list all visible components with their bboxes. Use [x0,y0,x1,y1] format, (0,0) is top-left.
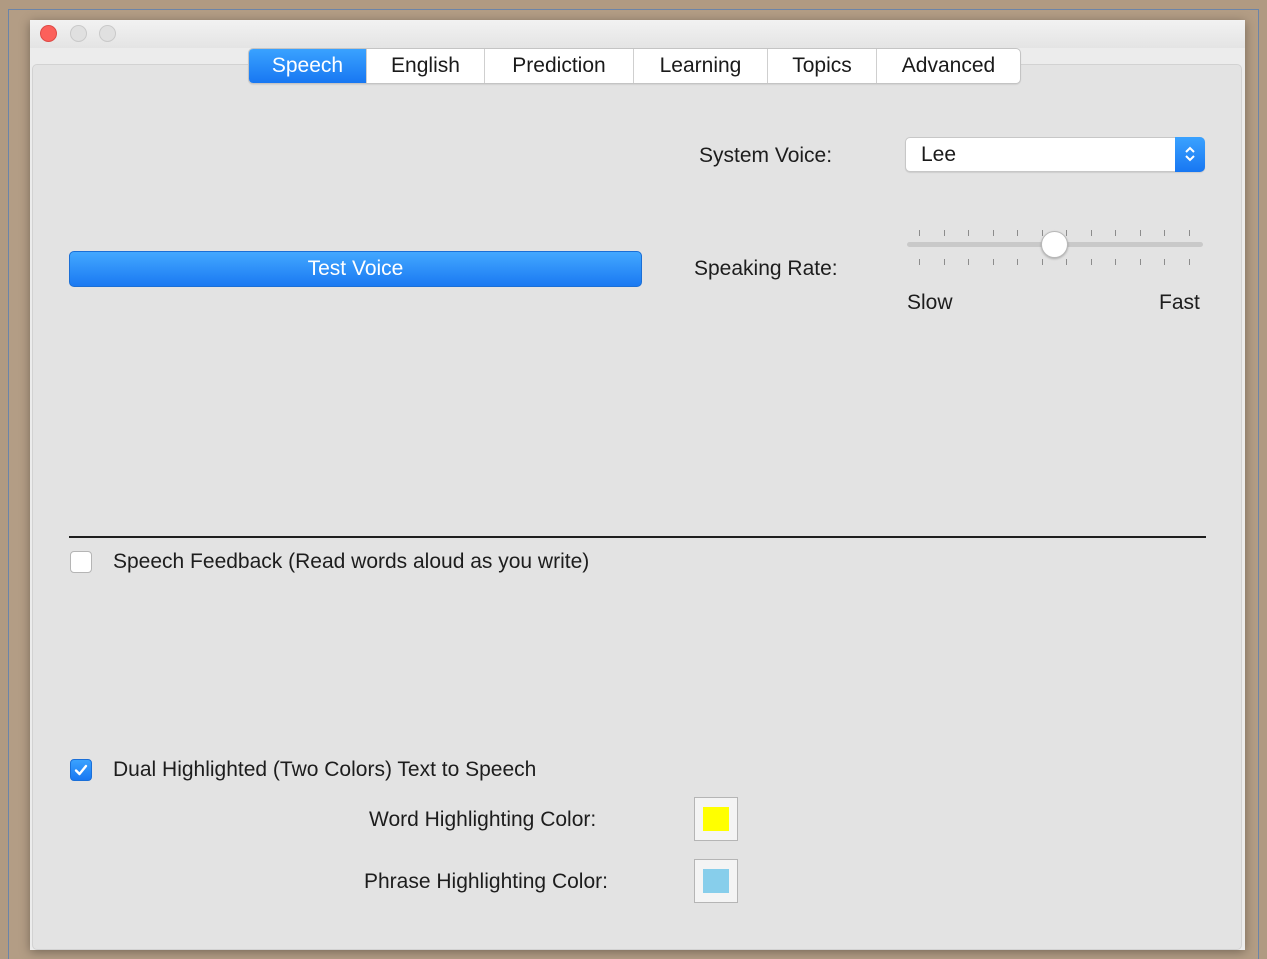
slider-tick [1189,259,1190,265]
word-color-label: Word Highlighting Color: [369,808,597,831]
section-divider [69,536,1206,538]
title-bar [30,20,1245,48]
slider-tick [968,230,970,236]
tab-topics[interactable]: Topics [768,49,877,83]
slider-tick [992,259,994,265]
minimize-icon[interactable] [70,25,87,42]
speaking-rate-slider[interactable] [907,224,1205,274]
system-voice-label: System Voice: [699,144,833,167]
slider-tick [1017,259,1019,265]
tab-advanced[interactable]: Advanced [877,49,1020,83]
slider-tick [1164,230,1166,236]
slider-tick [1066,259,1068,265]
slider-tick [1139,259,1141,265]
select-stepper-icon [1175,137,1205,172]
tab-speech[interactable]: Speech [249,49,367,83]
tab-bar: Speech English Prediction Learning Topic… [248,48,1021,84]
slider-tick [919,230,920,236]
checkmark-icon [74,764,88,776]
slider-tick [968,259,970,265]
slider-tick [1041,259,1043,265]
word-color-well[interactable] [694,797,738,841]
close-icon[interactable] [40,25,57,42]
slider-tick [1115,259,1117,265]
test-voice-button[interactable]: Test Voice [69,251,642,287]
phrase-color-swatch [703,869,729,893]
tab-english[interactable]: English [367,49,485,83]
slider-tick [919,259,920,265]
slider-tick [1041,230,1043,236]
phrase-color-label: Phrase Highlighting Color: [364,870,608,893]
speaking-rate-label: Speaking Rate: [694,257,838,280]
zoom-icon[interactable] [99,25,116,42]
slider-tick [943,259,945,265]
speech-feedback-checkbox[interactable] [70,551,92,573]
slider-tick [1066,230,1068,236]
slider-tick [1115,230,1117,236]
dual-highlight-label: Dual Highlighted (Two Colors) Text to Sp… [113,758,537,781]
slider-tick [1189,230,1190,236]
rate-slow-label: Slow [907,291,953,314]
preferences-window: System Voice: Speaking Rate: Slow Fast S… [30,20,1245,950]
tab-learning[interactable]: Learning [634,49,768,83]
slider-tick [1017,230,1019,236]
slider-tick [1139,230,1141,236]
slider-tick [1164,259,1166,265]
slider-tick [1090,230,1092,236]
system-voice-select[interactable]: Lee [905,137,1205,172]
word-color-swatch [703,807,729,831]
speech-feedback-label: Speech Feedback (Read words aloud as you… [113,550,590,573]
dual-highlight-checkbox[interactable] [70,759,92,781]
phrase-color-well[interactable] [694,859,738,903]
slider-tick [943,230,945,236]
tab-panel: System Voice: Speaking Rate: Slow Fast [32,64,1242,950]
slider-tick [992,230,994,236]
tab-prediction[interactable]: Prediction [485,49,634,83]
slider-knob[interactable] [1041,231,1068,258]
system-voice-value: Lee [921,143,957,166]
slider-tick [1090,259,1092,265]
rate-fast-label: Fast [1159,291,1200,314]
